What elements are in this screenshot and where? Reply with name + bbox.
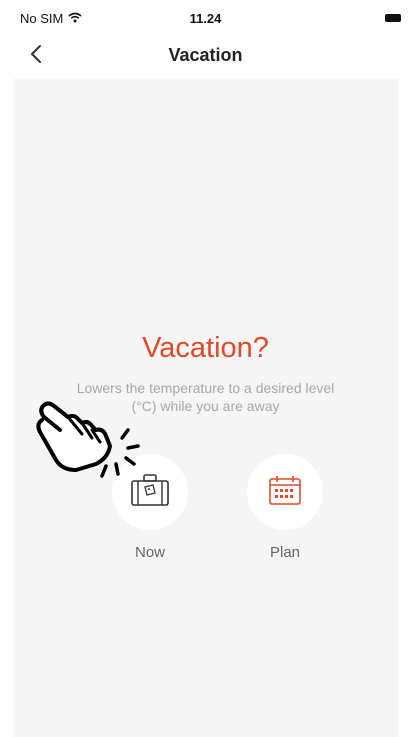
plan-option-label: Plan bbox=[269, 544, 301, 561]
now-option-circle[interactable] bbox=[112, 454, 188, 530]
now-option-button[interactable]: Now bbox=[90, 454, 210, 561]
plan-option-button[interactable]: Plan bbox=[225, 454, 345, 561]
now-option-label: Now bbox=[134, 544, 165, 561]
calendar-icon bbox=[268, 474, 302, 511]
plan-option-circle[interactable] bbox=[247, 454, 323, 530]
status-bar: No SIM 11.24 bbox=[0, 0, 411, 36]
page-title: Vacation bbox=[168, 45, 243, 65]
suitcase-icon bbox=[130, 473, 170, 512]
vacation-panel: Vacation? Lowers the temperature to a de… bbox=[13, 79, 398, 737]
status-time: 11.24 bbox=[189, 11, 222, 26]
vacation-headline: Vacation? bbox=[142, 332, 269, 364]
battery-icon bbox=[385, 14, 401, 22]
nav-bar: Vacation bbox=[0, 36, 411, 76]
vacation-description: Lowers the temperature to a desired leve… bbox=[76, 380, 335, 414]
